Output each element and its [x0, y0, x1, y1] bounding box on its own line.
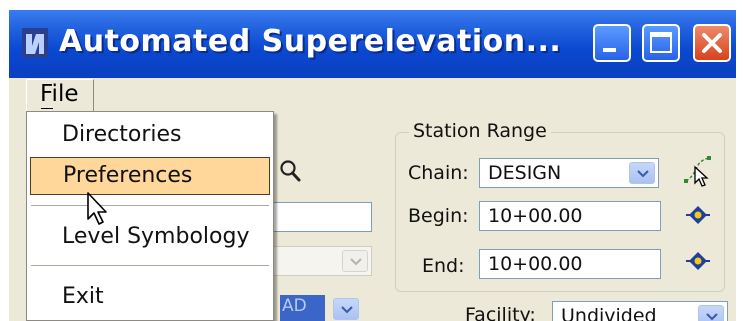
menu-item-exit[interactable]: Exit: [28, 278, 272, 316]
begin-label: Begin:: [408, 205, 469, 227]
close-icon: [702, 33, 722, 53]
facility-label: Facility:: [465, 304, 536, 321]
menu-item-label: Level Symbology: [62, 224, 250, 249]
menu-bar: File: [9, 78, 736, 112]
maximize-icon: [650, 32, 672, 53]
title-bar[interactable]: Automated Superelevation...: [9, 10, 736, 78]
menu-item-directories[interactable]: Directories: [28, 116, 272, 154]
chain-dropdown-button[interactable]: [629, 162, 655, 184]
mouse-cursor-icon: [87, 192, 107, 225]
mnemonic-underline: [41, 108, 53, 109]
maximize-button[interactable]: [642, 24, 680, 62]
close-button[interactable]: [693, 24, 731, 62]
chevron-down-icon: [637, 170, 649, 178]
facility-dropdown-button[interactable]: [698, 305, 724, 321]
chevron-down-icon: [341, 306, 353, 314]
menu-item-label: Preferences: [63, 163, 193, 188]
name-field[interactable]: [271, 202, 372, 232]
end-station-value: 10+00.00: [488, 253, 583, 275]
menu-file-label: File: [40, 81, 79, 107]
facility-combo[interactable]: Undivided: [552, 301, 728, 321]
select-chain-icon[interactable]: [683, 155, 713, 187]
end-label: End:: [422, 255, 465, 277]
chevron-down-icon: [350, 258, 362, 266]
menu-separator: [31, 265, 269, 266]
menu-file[interactable]: File: [26, 79, 94, 111]
chain-combo[interactable]: DESIGN: [479, 158, 659, 188]
window-title: Automated Superelevation...: [59, 24, 562, 59]
locate-begin-icon[interactable]: [685, 204, 711, 226]
method-combo-value: AD: [282, 296, 307, 316]
menu-item-preferences[interactable]: Preferences: [30, 157, 270, 195]
magnifier-icon[interactable]: [279, 158, 303, 184]
begin-station-field[interactable]: 10+00.00: [479, 201, 661, 231]
minimize-icon: [603, 48, 616, 52]
begin-station-value: 10+00.00: [488, 205, 583, 227]
facility-value: Undivided: [561, 305, 657, 321]
chain-value: DESIGN: [488, 162, 562, 184]
app-icon: [22, 28, 48, 58]
chain-label: Chain:: [408, 162, 469, 184]
menu-item-level-symbology[interactable]: Level Symbology: [28, 218, 272, 256]
app-window: Automated Superelevation... File AD Stat…: [9, 10, 736, 321]
menu-separator: [31, 205, 269, 206]
menu-item-label: Directories: [62, 122, 182, 147]
station-range-title: Station Range: [409, 120, 551, 142]
chevron-down-icon: [706, 313, 718, 321]
minimize-button[interactable]: [593, 24, 631, 62]
locate-end-icon[interactable]: [685, 250, 711, 272]
option-combo[interactable]: [271, 246, 372, 276]
menu-item-label: Exit: [62, 284, 104, 309]
end-station-field[interactable]: 10+00.00: [479, 249, 661, 279]
method-combo[interactable]: AD: [280, 295, 325, 321]
file-menu-dropdown: Directories Preferences Level Symbology …: [26, 111, 274, 321]
method-combo-dropdown[interactable]: [333, 298, 359, 320]
option-combo-dropdown[interactable]: [342, 250, 368, 272]
